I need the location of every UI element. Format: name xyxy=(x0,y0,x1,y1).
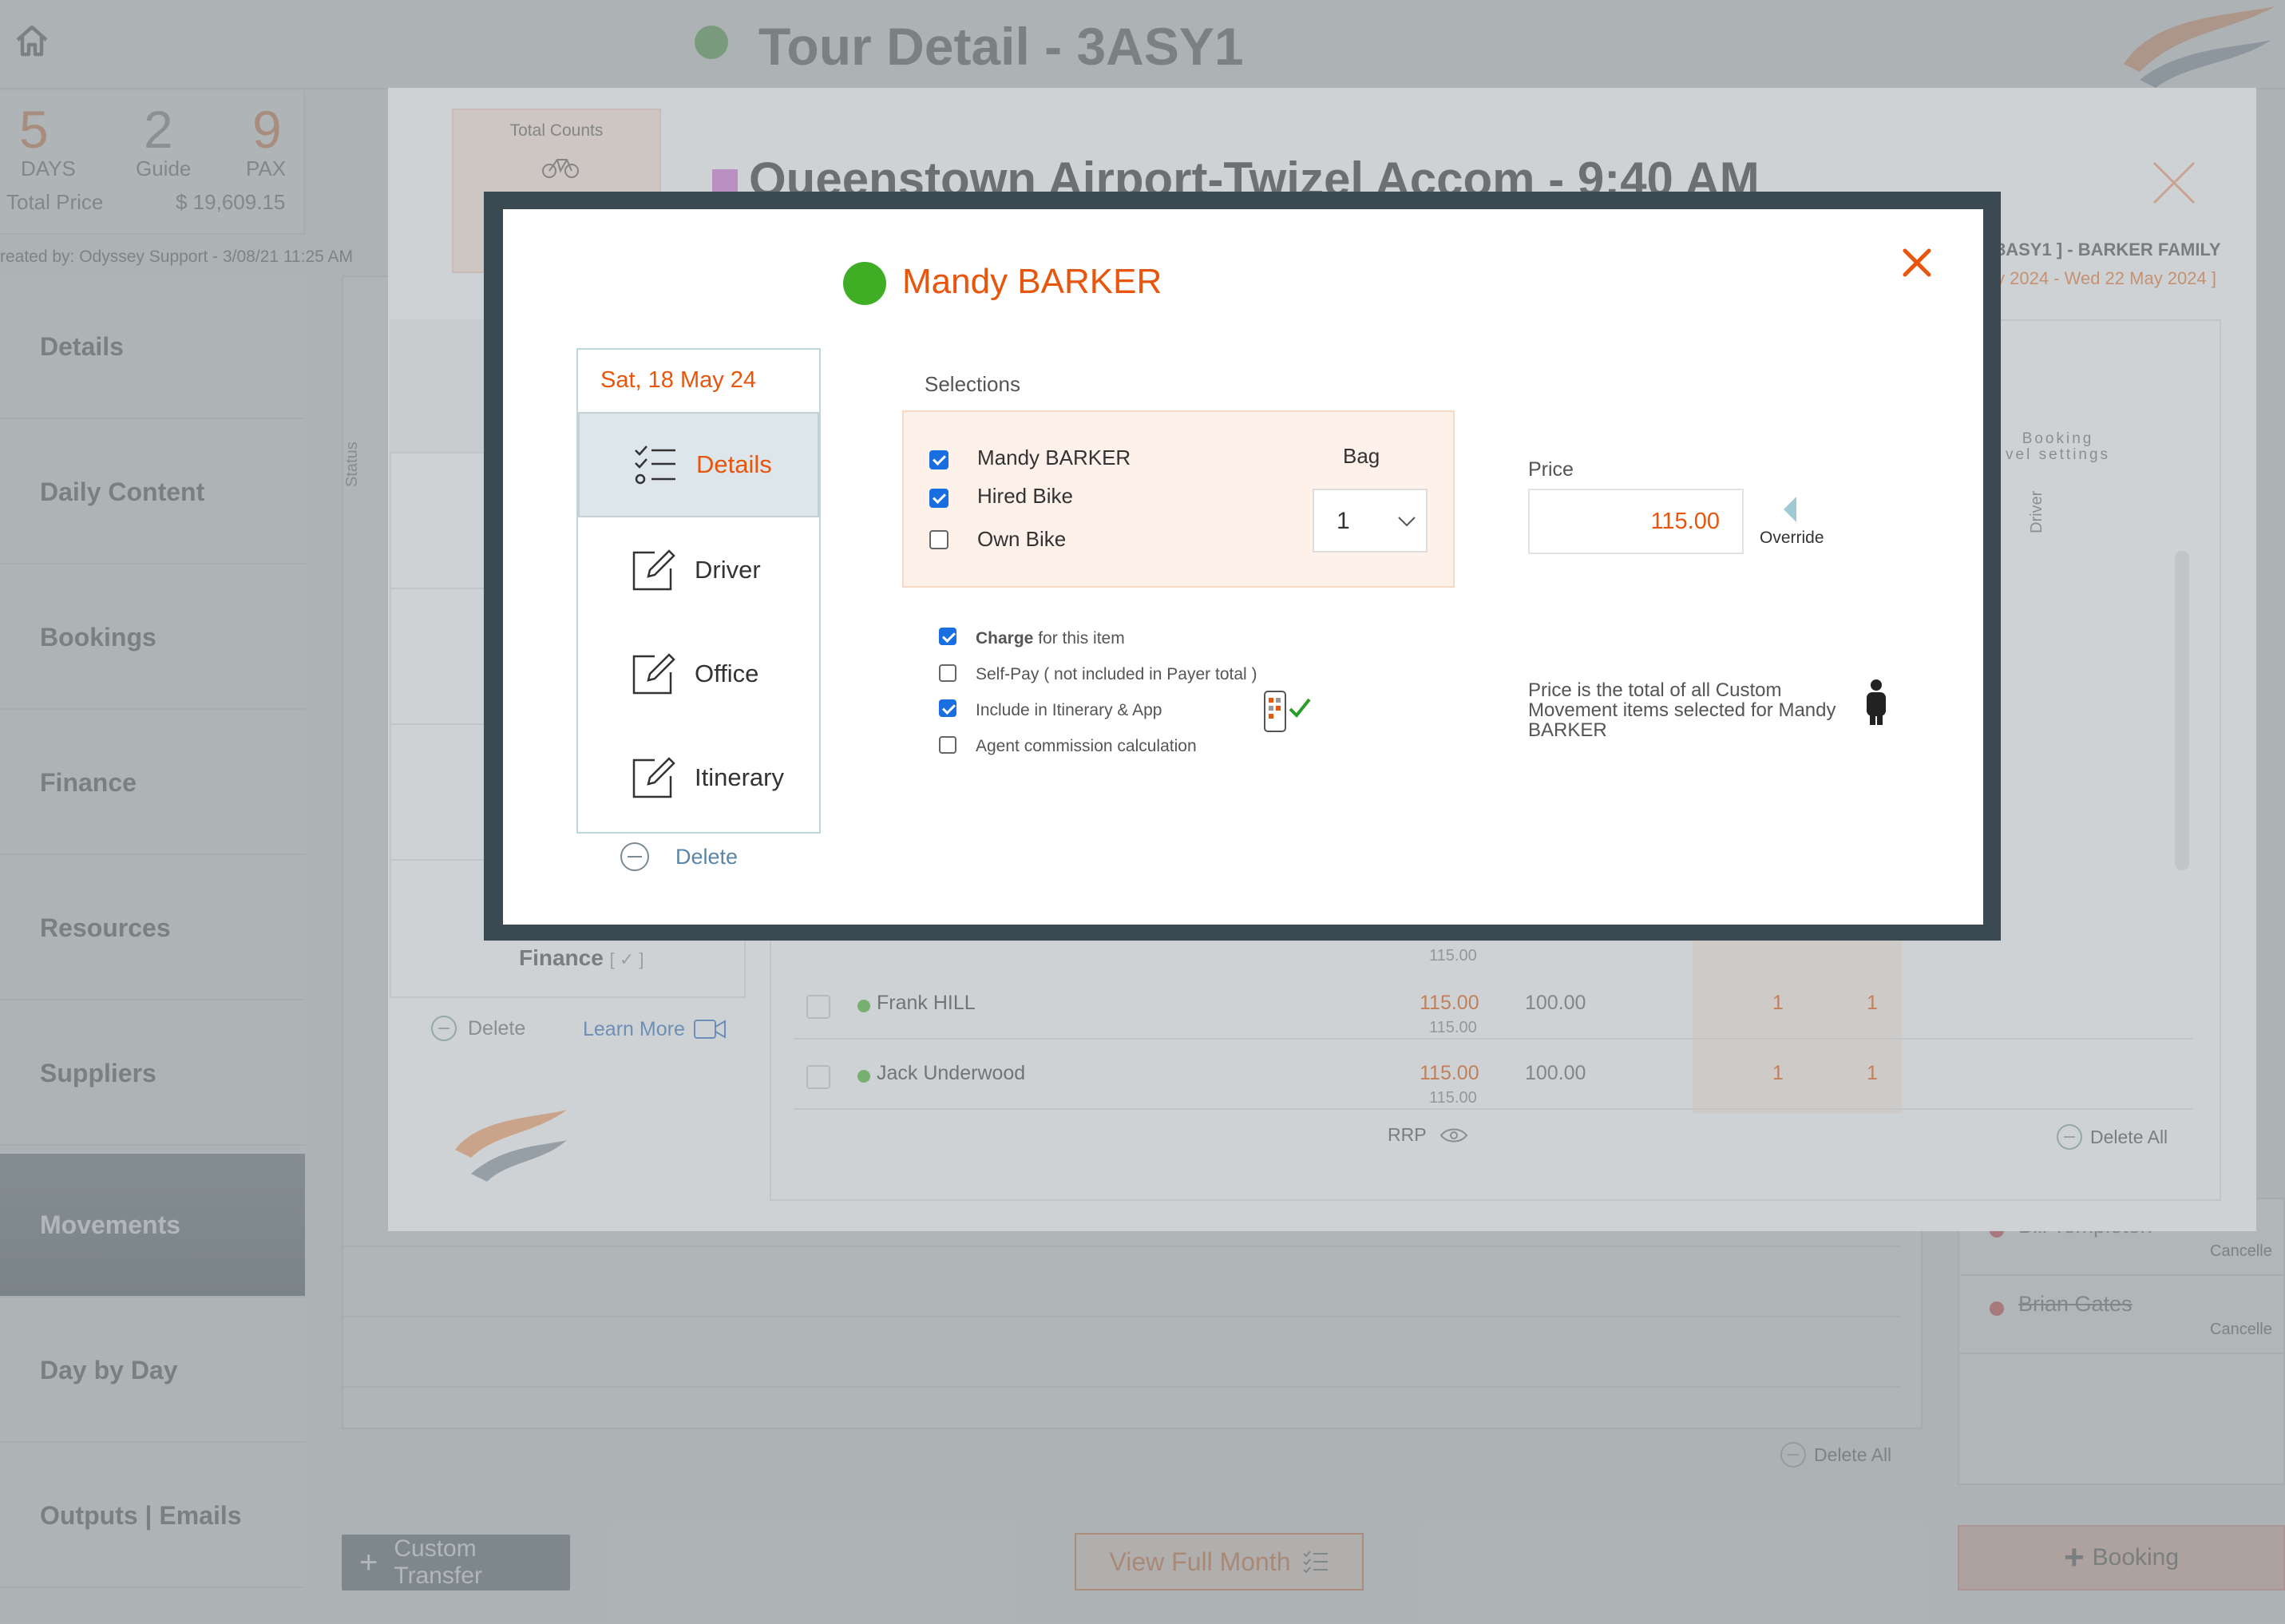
tab-itinerary-label: Itinerary xyxy=(695,763,784,791)
agent-commission-label: Agent commission calculation xyxy=(976,737,1197,755)
tab-driver[interactable]: Driver xyxy=(578,517,819,623)
tab-office[interactable]: Office xyxy=(578,621,819,727)
override-label: Override xyxy=(1760,529,1824,547)
price-input[interactable]: 115.00 xyxy=(1528,489,1744,554)
tab-itinerary[interactable]: Itinerary xyxy=(578,725,819,830)
edit-icon xyxy=(632,757,675,798)
checklist-icon xyxy=(635,446,675,485)
self-pay-label: Self-Pay ( not included in Payer total ) xyxy=(976,665,1257,683)
price-label: Price xyxy=(1528,458,1574,481)
selection-checkbox-mandy-barker[interactable] xyxy=(929,450,948,469)
charge-rest: for this item xyxy=(1033,629,1125,648)
bag-quantity-select[interactable]: 1 xyxy=(1313,489,1428,553)
person-icon xyxy=(1867,679,1886,725)
bag-value: 1 xyxy=(1337,508,1350,534)
selection-label: Mandy BARKER xyxy=(977,446,1131,469)
charge-checkbox[interactable] xyxy=(939,628,956,645)
include-itinerary-label: Include in Itinerary & App xyxy=(976,701,1162,719)
edit-icon xyxy=(632,549,675,591)
person-name: Mandy BARKER xyxy=(902,262,1162,301)
tab-office-label: Office xyxy=(695,660,759,687)
tab-driver-label: Driver xyxy=(695,556,761,584)
mobile-app-check-icon xyxy=(1264,691,1311,732)
selection-label: Hired Bike xyxy=(977,484,1073,508)
price-note: Price is the total of all Custom Movemen… xyxy=(1528,679,1836,741)
tab-details[interactable]: Details xyxy=(578,412,819,517)
agent-commission-checkbox[interactable] xyxy=(939,736,956,754)
charge-bold: Charge xyxy=(976,629,1034,648)
edit-icon xyxy=(632,653,675,695)
bag-label: Bag xyxy=(1343,444,1380,468)
minus-circle-icon xyxy=(620,842,649,871)
arrow-left-icon[interactable] xyxy=(1780,495,1800,524)
selection-checkbox-hired-bike[interactable] xyxy=(929,489,948,508)
self-pay-checkbox[interactable] xyxy=(939,664,956,682)
chevron-down-icon xyxy=(1398,517,1416,527)
selections-label: Selections xyxy=(925,372,1020,396)
delete-button[interactable]: Delete xyxy=(620,842,738,872)
include-itinerary-checkbox[interactable] xyxy=(939,699,956,717)
selection-label: Own Bike xyxy=(977,527,1067,551)
selection-checkbox-own-bike[interactable] xyxy=(929,530,948,549)
selected-date: Sat, 18 May 24 xyxy=(600,367,757,393)
person-status-dot xyxy=(843,262,886,305)
charge-option-label: Charge for this item xyxy=(976,629,1125,648)
close-icon[interactable] xyxy=(1897,243,1937,283)
delete-label: Delete xyxy=(675,844,739,869)
tab-details-label: Details xyxy=(696,450,772,478)
